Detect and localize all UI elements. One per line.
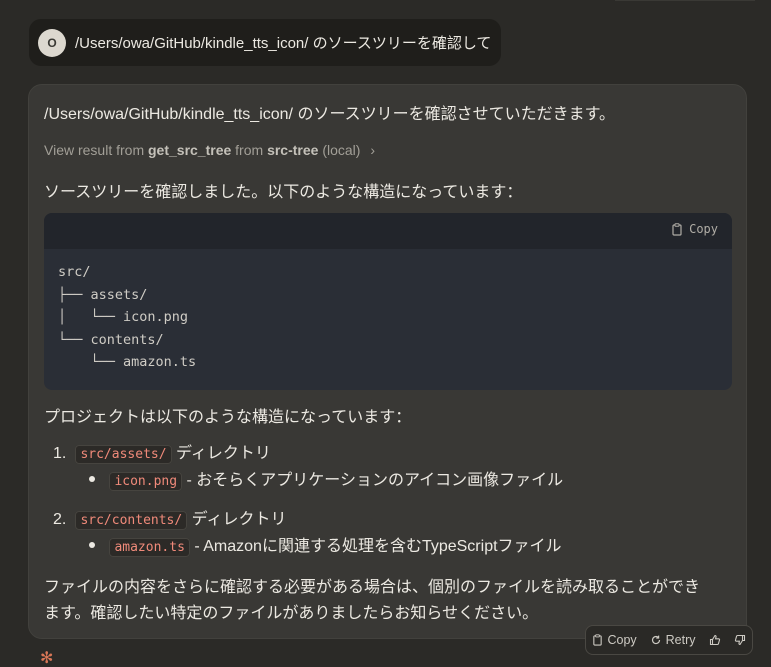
retry-button[interactable]: Retry <box>650 633 696 647</box>
retry-label: Retry <box>665 633 696 647</box>
structure-heading: プロジェクトは以下のような構造になっています： <box>44 409 412 426</box>
tool-result-link[interactable]: View result from get_src_tree from src-t… <box>44 142 375 158</box>
inline-code: amazon.ts <box>109 538 190 557</box>
list-item-suffix: ディレクトリ <box>176 445 271 462</box>
list-number: 2. <box>53 511 67 528</box>
list-number: 1. <box>53 445 67 462</box>
list-item: 2. src/contents/ ディレクトリ <box>53 505 287 530</box>
closing-line-1: ファイルの内容をさらに確認する必要がある場合は、個別のファイルを読み取ることがで… <box>44 579 701 596</box>
user-message-text: /Users/owa/GitHub/kindle_tts_icon/ のソースツ… <box>75 35 492 52</box>
code-copy-button[interactable]: Copy <box>671 222 718 236</box>
code-line: ├── assets/ <box>58 286 148 303</box>
copy-button[interactable]: Copy <box>592 633 637 647</box>
bullet-dot <box>89 475 95 482</box>
thumbs-down-button[interactable] <box>734 634 746 646</box>
code-line: └── contents/ <box>58 331 164 348</box>
reply-after-tool: ソースツリーを確認しました。以下のような構造になっています： <box>44 184 523 201</box>
thumbs-up-button[interactable] <box>709 634 721 646</box>
code-line: │ └── icon.png <box>58 309 189 325</box>
code-block-header: Copy <box>44 213 732 249</box>
inline-code: src/assets/ <box>75 445 172 464</box>
tool-server: src-tree <box>267 142 319 158</box>
list-item: 1. src/assets/ ディレクトリ <box>53 439 271 464</box>
message-actions: Copy Retry <box>585 625 753 655</box>
claude-logo-icon: ✻ <box>40 650 54 667</box>
thumbs-down-icon <box>734 634 745 646</box>
code-line: src/ <box>58 264 91 280</box>
copy-icon <box>593 634 603 646</box>
list-subitem: icon.png - おそらくアプリケーションのアイコン画像ファイル <box>89 466 564 491</box>
thumbs-up-icon <box>709 634 720 646</box>
list-subitem-text: - おそらくアプリケーションのアイコン画像ファイル <box>186 472 564 489</box>
copy-label: Copy <box>607 633 637 647</box>
copy-icon <box>672 222 682 236</box>
bullet-dot <box>89 541 95 548</box>
list-subitem: amazon.ts - Amazonに関連する処理を含むTypeScriptファ… <box>89 532 562 557</box>
code-content: src/ ├── assets/ │ └── icon.png └── cont… <box>44 249 732 386</box>
list-subitem-text: - Amazonに関連する処理を含むTypeScriptファイル <box>194 538 562 555</box>
code-line: └── amazon.ts <box>58 354 197 370</box>
code-block: Copy src/ ├── assets/ │ └── icon.png └──… <box>44 213 732 390</box>
avatar[interactable]: O <box>38 28 66 57</box>
code-copy-label: Copy <box>689 222 718 236</box>
list-item-suffix: ディレクトリ <box>191 511 287 528</box>
tool-result-prefix: View result from <box>44 142 145 158</box>
inline-code: icon.png <box>109 472 183 491</box>
tool-scope: (local) <box>322 142 361 158</box>
user-message: O /Users/owa/GitHub/kindle_tts_icon/ のソー… <box>29 19 501 66</box>
top-divider <box>615 0 755 4</box>
retry-icon <box>651 635 660 645</box>
tool-from-word: from <box>235 142 264 158</box>
closing-line-2: ます。確認したい特定のファイルがありましたらお知らせください。 <box>44 605 539 622</box>
chevron-right-icon: › <box>370 142 376 158</box>
assistant-reply: /Users/owa/GitHub/kindle_tts_icon/ のソースツ… <box>28 84 747 639</box>
inline-code: src/contents/ <box>75 511 188 530</box>
tool-name: get_src_tree <box>148 142 232 158</box>
reply-intro: /Users/owa/GitHub/kindle_tts_icon/ のソースツ… <box>44 106 616 123</box>
